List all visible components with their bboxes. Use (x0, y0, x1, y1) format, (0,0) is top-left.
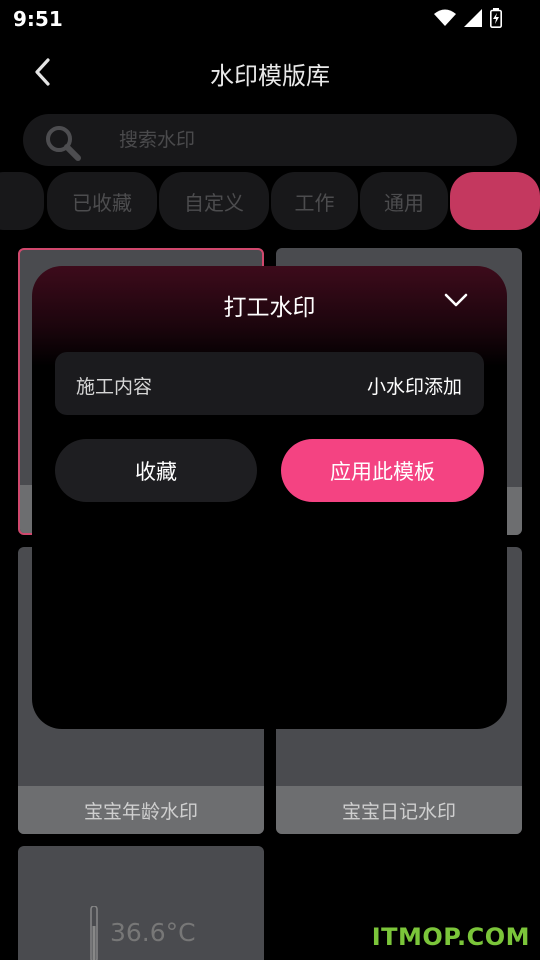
tab-favorites[interactable]: 已收藏 (47, 172, 157, 230)
tab-active[interactable] (450, 172, 540, 230)
dialog-title: 打工水印 (223, 295, 316, 321)
category-tabs: 已收藏 自定义 工作 通用 (0, 172, 540, 230)
battery-icon (490, 8, 502, 32)
tab-general[interactable]: 通用 (360, 172, 448, 230)
template-dialog: 打工水印 施工内容 小水印添加 收藏 应用此模板 (32, 266, 507, 729)
search-icon (43, 123, 83, 163)
status-bar: 9:51 (0, 0, 540, 36)
field-value: 小水印添加 (366, 376, 462, 398)
tab-custom[interactable]: 自定义 (159, 172, 269, 230)
thermometer-icon (88, 905, 100, 960)
header: 水印模版库 (0, 42, 540, 102)
wifi-icon (434, 9, 456, 31)
field-label: 施工内容 (76, 376, 153, 398)
tab-partial[interactable] (0, 172, 44, 230)
tab-work[interactable]: 工作 (271, 172, 358, 230)
status-icons (434, 8, 502, 32)
temperature-preview: 36.6°C (110, 918, 196, 947)
page-title: 水印模版库 (210, 62, 330, 90)
card-label: 宝宝日记水印 (276, 786, 522, 834)
favorite-button[interactable]: 收藏 (55, 439, 257, 502)
search-bar[interactable] (23, 114, 517, 166)
template-card-temperature[interactable]: 36.6°C (18, 846, 264, 960)
chevron-down-icon (444, 293, 468, 307)
collapse-button[interactable] (443, 290, 469, 310)
search-input[interactable] (119, 126, 499, 154)
card-label: 宝宝年龄水印 (18, 786, 264, 834)
apply-template-button[interactable]: 应用此模板 (281, 439, 484, 502)
content-field[interactable]: 施工内容 小水印添加 (55, 352, 484, 415)
signal-icon (464, 9, 482, 31)
status-time: 9:51 (13, 7, 63, 31)
site-watermark: ITMOP.COM (371, 923, 530, 951)
